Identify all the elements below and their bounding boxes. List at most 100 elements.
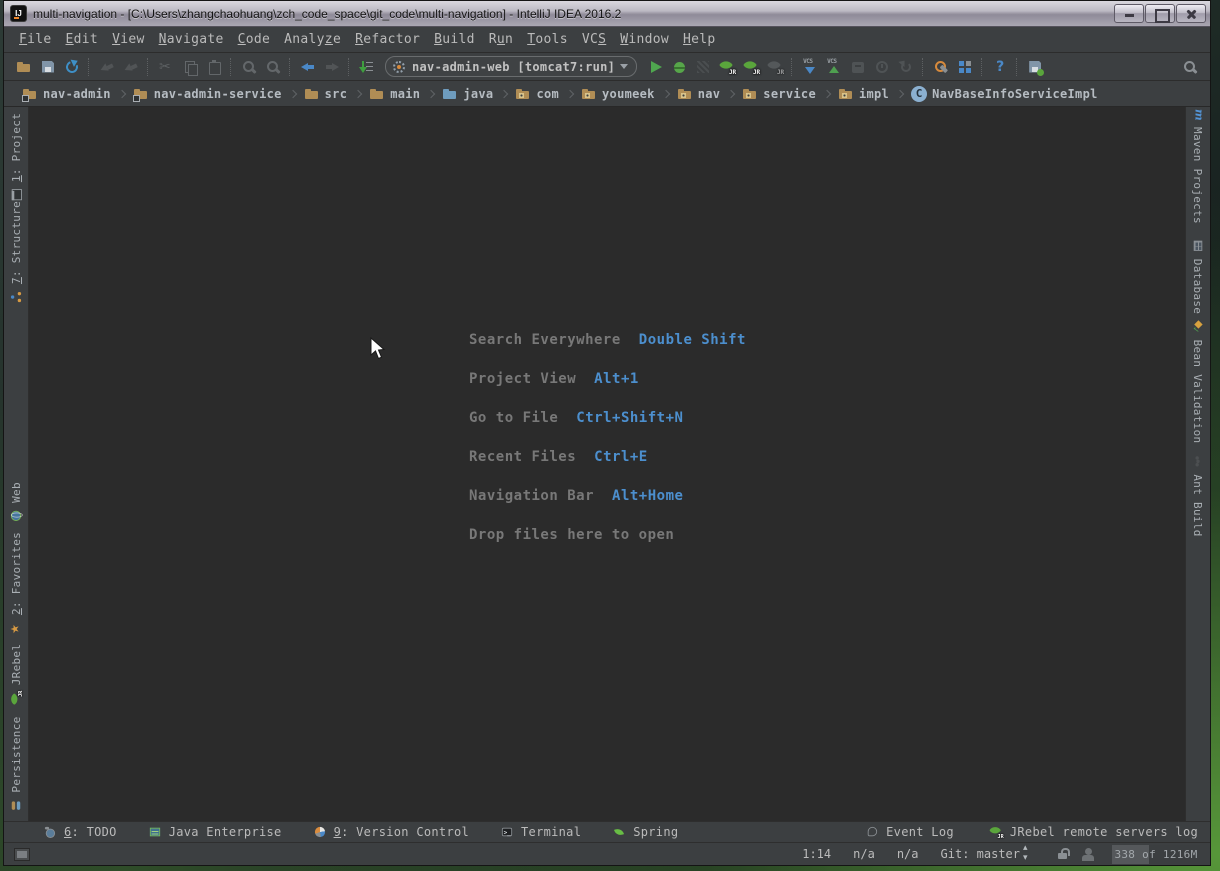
- toolwindow-web[interactable]: Web: [4, 475, 28, 531]
- find-icon: [241, 59, 257, 75]
- paste-button[interactable]: [202, 56, 226, 78]
- minimize-button[interactable]: [1114, 4, 1144, 23]
- encoding-indicator[interactable]: n/a: [897, 847, 919, 861]
- line-separator-indicator[interactable]: n/a: [853, 847, 875, 861]
- shortcut-row: Project ViewAlt+1: [469, 359, 746, 398]
- menu-vcs[interactable]: VCS: [575, 30, 613, 49]
- toolwindow-ant-build[interactable]: Ant Build: [1186, 455, 1210, 535]
- memory-indicator[interactable]: 338 of 1216M: [1112, 845, 1200, 864]
- copy-button[interactable]: [178, 56, 202, 78]
- terminal-icon: [500, 825, 514, 839]
- breadcrumb-folder[interactable]: src: [300, 86, 352, 102]
- bottom-toolwindow-bar: 6: TODO Java Enterprise 9: Version Contr…: [4, 821, 1210, 842]
- menu-window[interactable]: Window: [613, 30, 676, 49]
- redo-button[interactable]: [119, 56, 143, 78]
- version-control-icon: [313, 825, 327, 839]
- run-with-coverage-button[interactable]: [691, 56, 715, 78]
- toolwindow-database[interactable]: Database: [1186, 235, 1210, 317]
- close-button[interactable]: [1176, 4, 1206, 23]
- project-structure-button[interactable]: [953, 56, 977, 78]
- spring-leaf-icon: [612, 825, 626, 839]
- run-button[interactable]: [643, 56, 667, 78]
- forward-button[interactable]: [320, 56, 344, 78]
- breadcrumb-source-folder[interactable]: java: [438, 86, 497, 102]
- caret-position[interactable]: 1:14: [802, 847, 831, 861]
- show-changes-button[interactable]: [846, 56, 870, 78]
- breadcrumb-package[interactable]: impl: [834, 86, 893, 102]
- back-button[interactable]: [296, 56, 320, 78]
- menu-navigate[interactable]: Navigate: [152, 30, 231, 49]
- undo-button[interactable]: [95, 56, 119, 78]
- toolwindow-bean-validation[interactable]: Bean Validation: [1186, 325, 1210, 437]
- breadcrumb-package[interactable]: youmeek: [577, 86, 659, 102]
- find-button[interactable]: [237, 56, 261, 78]
- menu-view[interactable]: View: [105, 30, 152, 49]
- synchronize-button[interactable]: [60, 56, 84, 78]
- menu-build[interactable]: Build: [427, 30, 482, 49]
- chevron-right-icon: [500, 89, 508, 97]
- toolwindow-java-enterprise[interactable]: Java Enterprise: [147, 824, 282, 840]
- jrebel-rocket-icon: [9, 691, 23, 705]
- toolwindow-jrebel[interactable]: JRebel: [4, 641, 28, 709]
- jrebel-debug-button[interactable]: [739, 56, 763, 78]
- ide-window: multi-navigation - [C:\Users\zhangchaohu…: [3, 0, 1211, 866]
- menu-help[interactable]: Help: [676, 30, 723, 49]
- toolwindow-version-control[interactable]: 9: Version Control: [312, 824, 469, 840]
- settings-button[interactable]: [929, 56, 953, 78]
- revert-button[interactable]: [894, 56, 918, 78]
- menu-code[interactable]: Code: [231, 30, 278, 49]
- unlocked-icon: [1054, 846, 1070, 862]
- menu-analyze[interactable]: Analyze: [277, 30, 348, 49]
- toolwindow-structure[interactable]: 7: Structure: [4, 203, 28, 303]
- toolwindow-spring[interactable]: Spring: [611, 824, 678, 840]
- toolwindow-persistence[interactable]: Persistence: [4, 713, 28, 817]
- run-configuration-select[interactable]: nav-admin-web [tomcat7:run]: [385, 56, 637, 77]
- breadcrumb-folder[interactable]: main: [365, 86, 424, 102]
- jrebel-profile-button[interactable]: [763, 56, 787, 78]
- menu-run[interactable]: Run: [482, 30, 520, 49]
- title-bar: multi-navigation - [C:\Users\zhangchaohu…: [4, 1, 1210, 27]
- menu-edit[interactable]: Edit: [59, 30, 106, 49]
- toolwindow-todo[interactable]: 6: TODO: [42, 824, 117, 840]
- save-all-button[interactable]: [36, 56, 60, 78]
- mouse-cursor: [370, 337, 387, 361]
- sort-lines-button[interactable]: [355, 56, 379, 78]
- local-history-button[interactable]: [870, 56, 894, 78]
- toolwindow-favorites[interactable]: 2: Favorites: [4, 535, 28, 633]
- breadcrumb-package[interactable]: service: [738, 86, 820, 102]
- toolwindow-jrebel-remote-log[interactable]: JRebel remote servers log: [988, 824, 1198, 840]
- git-branch-widget[interactable]: Git: master: [941, 847, 1032, 861]
- maximize-button[interactable]: [1145, 4, 1175, 23]
- cut-button[interactable]: [154, 56, 178, 78]
- menu-tools[interactable]: Tools: [520, 30, 575, 49]
- commit-changes-button[interactable]: [822, 56, 846, 78]
- toolwindow-project[interactable]: 1: Project: [4, 115, 28, 201]
- breadcrumb-module[interactable]: nav-admin-service: [129, 86, 286, 102]
- toolwindow-terminal[interactable]: Terminal: [499, 824, 581, 840]
- update-project-button[interactable]: [798, 56, 822, 78]
- breadcrumb-package[interactable]: nav: [673, 86, 725, 102]
- toolwindow-maven-projects[interactable]: Maven Projects: [1186, 113, 1210, 217]
- window-title: multi-navigation - [C:\Users\zhangchaohu…: [33, 7, 1106, 21]
- shortcut-overlay: Search EverywhereDouble Shift Project Vi…: [469, 320, 746, 554]
- chevron-right-icon: [896, 89, 904, 97]
- highlighting-level-button[interactable]: [1080, 846, 1096, 862]
- editor-area[interactable]: Search EverywhereDouble Shift Project Vi…: [29, 107, 1185, 821]
- open-button[interactable]: [12, 56, 36, 78]
- toggle-toolwindow-bars-button[interactable]: [14, 848, 30, 861]
- jrebel-run-icon: [719, 59, 735, 75]
- toolwindow-event-log[interactable]: Event Log: [864, 824, 954, 840]
- jrebel-sync-button[interactable]: [1023, 56, 1047, 78]
- search-everywhere-button[interactable]: [1178, 56, 1202, 78]
- breadcrumb-class[interactable]: NavBaseInfoServiceImpl: [907, 86, 1102, 102]
- help-button[interactable]: [988, 56, 1012, 78]
- menu-file[interactable]: File: [12, 30, 59, 49]
- debug-button[interactable]: [667, 56, 691, 78]
- jrebel-run-button[interactable]: [715, 56, 739, 78]
- menu-refactor[interactable]: Refactor: [348, 30, 427, 49]
- breadcrumb-module[interactable]: nav-admin: [18, 86, 115, 102]
- left-tool-stripe: 1: Project 7: Structure Web 2: Favorites…: [4, 107, 29, 821]
- replace-button[interactable]: [261, 56, 285, 78]
- breadcrumb-package[interactable]: com: [511, 86, 563, 102]
- readonly-lock-toggle[interactable]: [1054, 846, 1070, 862]
